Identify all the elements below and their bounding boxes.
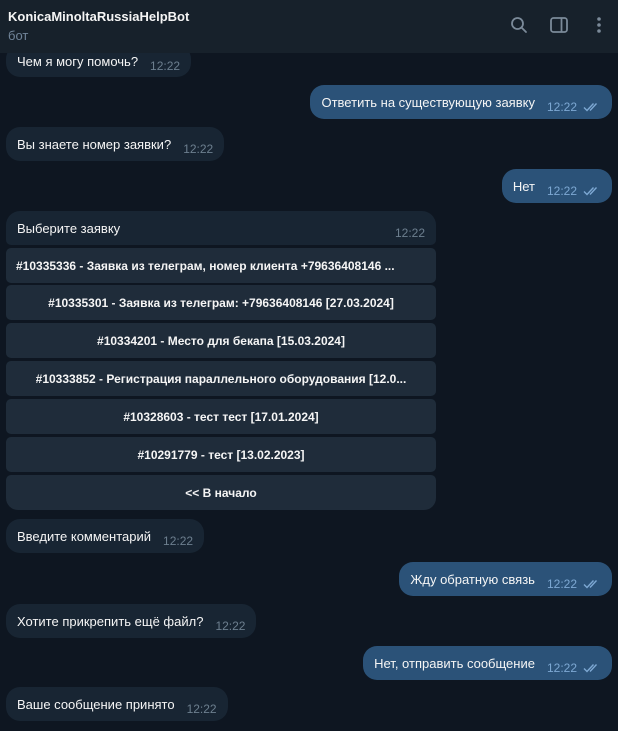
message-time: 12:22 [546, 576, 577, 591]
message-bubble-user: Жду обратную связь 12:22 [399, 562, 612, 596]
message-list[interactable]: Чем я могу помочь? 12:22 Ответить на сущ… [0, 53, 618, 731]
message-text: Жду обратную связь [410, 571, 535, 587]
back-to-start-button[interactable]: << В начало [6, 475, 436, 510]
message-text: Чем я могу помочь? [17, 53, 139, 69]
message-time: 12:22 [215, 618, 246, 633]
message-time: 12:22 [546, 99, 577, 114]
message-bubble-bot: Введите комментарий 12:22 [6, 519, 205, 553]
message-time: 12:22 [186, 701, 217, 716]
message-time: 12:22 [394, 225, 425, 240]
message-bubble-bot: Хотите прикрепить ещё файл? 12:22 [6, 604, 257, 638]
message-bubble-user: Ответить на существующую заявку 12:22 [310, 85, 612, 119]
inline-keyboard-button[interactable]: #10291779 - тест [13.02.2023] [6, 437, 436, 472]
message-time: 12:22 [163, 533, 194, 548]
message-text: Ваше сообщение принято [17, 696, 175, 712]
chat-header: KonicaMinoltaRussiaHelpBot бот [0, 0, 618, 53]
message-bubble-user: Нет, отправить сообщение 12:22 [363, 646, 612, 680]
inline-keyboard-button[interactable]: #10328603 - тест тест [17.01.2024] [6, 399, 436, 434]
message-bubble-user: Нет 12:22 [501, 169, 612, 203]
inline-keyboard-button[interactable]: #10335336 - Заявка из телеграм, номер кл… [6, 248, 436, 283]
read-checkmarks-icon [583, 579, 601, 589]
message-time: 12:22 [546, 183, 577, 198]
search-icon[interactable] [508, 14, 530, 36]
header-actions [508, 14, 610, 36]
message-bubble-bot: Вы знаете номер заявки? 12:22 [6, 127, 225, 161]
inline-keyboard-button[interactable]: #10335301 - Заявка из телеграм: +7963640… [6, 285, 436, 320]
more-vertical-icon[interactable] [588, 14, 610, 36]
message-bubble-bot: Чем я могу помочь? 12:22 [6, 53, 192, 77]
message-time: 12:22 [546, 660, 577, 675]
message-text: Вы знаете номер заявки? [17, 136, 172, 152]
read-checkmarks-icon [583, 186, 601, 196]
message-text: Нет, отправить сообщение [374, 655, 535, 671]
inline-keyboard-button[interactable]: #10333852 - Регистрация параллельного об… [6, 361, 436, 396]
message-text: Выберите заявку [17, 220, 121, 236]
read-checkmarks-icon [583, 663, 601, 673]
read-checkmarks-icon [583, 102, 601, 112]
inline-keyboard-button[interactable]: #10334201 - Место для бекапа [15.03.2024… [6, 323, 436, 358]
message-text: Введите комментарий [17, 528, 152, 544]
message-time: 12:22 [150, 58, 181, 73]
message-bubble-bot: Ваше сообщение принято 12:22 [6, 687, 228, 721]
message-text: Ответить на существующую заявку [321, 94, 535, 110]
message-text: Хотите прикрепить ещё файл? [17, 613, 204, 629]
sidebar-toggle-icon[interactable] [548, 14, 570, 36]
message-time: 12:22 [183, 141, 214, 156]
message-bubble-bot: Выберите заявку 12:22 [6, 211, 436, 245]
message-text: Нет [512, 178, 535, 194]
